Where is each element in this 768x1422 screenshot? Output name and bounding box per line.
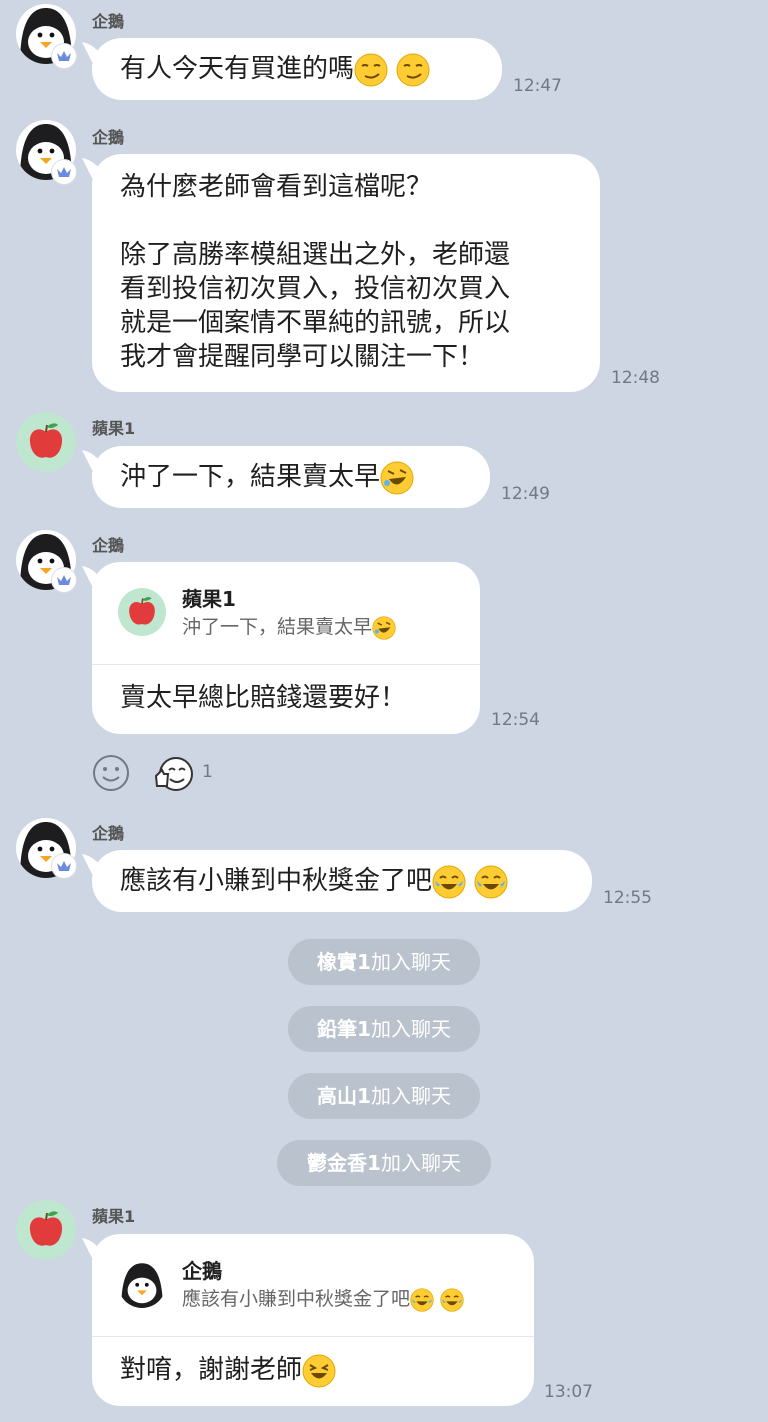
- system-notice: 高山1加入聊天: [288, 1073, 480, 1119]
- sender-name: 企鵝: [92, 128, 125, 147]
- message-time: 12:48: [611, 368, 660, 388]
- add-reaction-icon[interactable]: [92, 754, 130, 792]
- join-text: 加入聊天: [370, 1017, 451, 1041]
- system-notice: 橡實1加入聊天: [288, 939, 480, 985]
- crown-badge-icon: [52, 160, 76, 184]
- penguin-avatar-icon: [118, 1260, 166, 1308]
- quoted-message[interactable]: 蘋果1 沖了一下，結果賣太早: [92, 562, 480, 665]
- quoted-text: 沖了一下，結果賣太早: [182, 616, 373, 638]
- sender-name: 蘋果1: [92, 1207, 136, 1226]
- quoted-text: 應該有小賺到中秋獎金了吧: [182, 1288, 411, 1310]
- smirk-emoji-icon: [354, 53, 388, 87]
- joy-emoji-icon: [432, 865, 466, 899]
- joy-emoji-icon: [440, 1288, 464, 1312]
- message-bubble[interactable]: 有人今天有買進的嗎: [92, 38, 502, 100]
- message-text: 為什麼老師會看到這檔呢？ 除了高勝率模組選出之外，老師還 看到投信初次買入，投信…: [120, 172, 511, 372]
- message-time: 12:55: [603, 888, 652, 908]
- sender-name: 企鵝: [92, 824, 125, 843]
- message-bubble[interactable]: 為什麼老師會看到這檔呢？ 除了高勝率模組選出之外，老師還 看到投信初次買入，投信…: [92, 154, 600, 392]
- message-text: 沖了一下，結果賣太早: [120, 462, 381, 492]
- apple-avatar-icon[interactable]: [16, 1200, 76, 1260]
- sender-name: 企鵝: [92, 536, 125, 555]
- apple-avatar-icon[interactable]: [16, 412, 76, 472]
- message-text: 對唷，謝謝老師: [120, 1355, 303, 1385]
- message-bubble[interactable]: 應該有小賺到中秋獎金了吧: [92, 850, 592, 912]
- rofl-emoji-icon: [372, 616, 396, 640]
- join-text: 加入聊天: [370, 1084, 451, 1108]
- joined-user-name: 鬱金香1: [307, 1151, 381, 1175]
- quoted-sender: 蘋果1: [182, 587, 236, 611]
- system-notice: 鬱金香1加入聊天: [277, 1140, 491, 1186]
- crown-badge-icon: [52, 854, 76, 878]
- message-time: 13:07: [544, 1382, 593, 1402]
- joined-user-name: 鉛筆1: [317, 1017, 371, 1041]
- join-text: 加入聊天: [380, 1151, 461, 1175]
- joined-user-name: 高山1: [317, 1084, 371, 1108]
- quoted-sender: 企鵝: [182, 1259, 222, 1283]
- sender-name: 蘋果1: [92, 419, 136, 438]
- laughing-emoji-icon: [302, 1354, 336, 1388]
- sender-name: 企鵝: [92, 12, 125, 31]
- joined-user-name: 橡實1: [317, 950, 371, 974]
- join-text: 加入聊天: [370, 950, 451, 974]
- crown-badge-icon: [52, 44, 76, 68]
- system-notice: 鉛筆1加入聊天: [288, 1006, 480, 1052]
- rofl-emoji-icon: [380, 461, 414, 495]
- reply-message-bubble[interactable]: 企鵝 應該有小賺到中秋獎金了吧 對唷，謝謝老師: [92, 1234, 534, 1406]
- crown-badge-icon: [52, 568, 76, 592]
- reply-message-bubble[interactable]: 蘋果1 沖了一下，結果賣太早 賣太早總比賠錢還要好！: [92, 562, 480, 734]
- message-text: 賣太早總比賠錢還要好！: [120, 683, 407, 713]
- joy-emoji-icon: [410, 1288, 434, 1312]
- message-bubble[interactable]: 沖了一下，結果賣太早: [92, 446, 490, 508]
- smirk-emoji-icon: [396, 53, 430, 87]
- apple-avatar-icon: [118, 588, 166, 636]
- message-time: 12:49: [501, 484, 550, 504]
- message-time: 12:54: [491, 710, 540, 730]
- message-text: 有人今天有買進的嗎: [120, 54, 355, 84]
- quoted-message[interactable]: 企鵝 應該有小賺到中秋獎金了吧: [92, 1234, 534, 1337]
- joy-emoji-icon: [474, 865, 508, 899]
- message-time: 12:47: [513, 76, 562, 96]
- message-text: 應該有小賺到中秋獎金了吧: [120, 866, 433, 896]
- reaction-count: 1: [202, 762, 213, 782]
- thumbs-up-reaction-icon[interactable]: [152, 754, 196, 794]
